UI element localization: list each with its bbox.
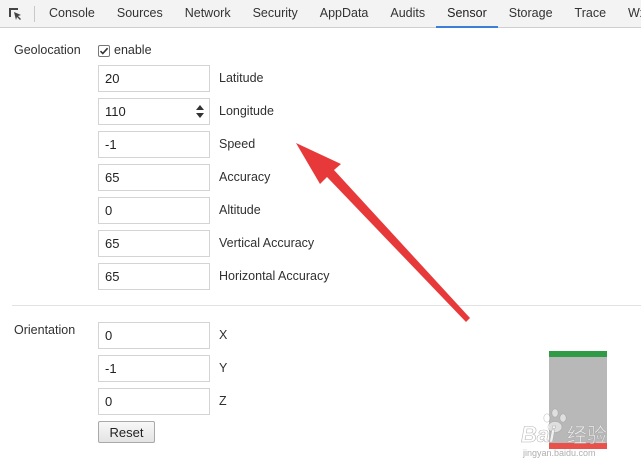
- tab-appdata[interactable]: AppData: [309, 0, 380, 28]
- accuracy-input[interactable]: 65: [98, 164, 210, 191]
- orientation-z-input[interactable]: 0: [98, 388, 210, 415]
- reset-button[interactable]: Reset: [98, 421, 155, 443]
- orientation-label: Orientation: [14, 323, 76, 337]
- tab-wxml[interactable]: Wxm: [617, 0, 641, 28]
- orientation-y-label: Y: [219, 361, 228, 375]
- longitude-input[interactable]: 110: [98, 98, 210, 125]
- devtools-tab-bar: Console Sources Network Security AppData…: [0, 0, 641, 28]
- tab-audits[interactable]: Audits: [379, 0, 436, 28]
- checkmark-icon: [99, 47, 109, 55]
- altitude-input[interactable]: 0: [98, 197, 210, 224]
- orientation-x-input[interactable]: 0: [98, 322, 210, 349]
- watermark-url: jingyan.baidu.com: [522, 448, 596, 458]
- horizontal-accuracy-input[interactable]: 65: [98, 263, 210, 290]
- geolocation-label: Geolocation: [14, 43, 81, 57]
- spinner-arrows-icon[interactable]: [196, 105, 204, 118]
- tab-separator: [34, 6, 35, 22]
- annotation-arrow: [296, 143, 470, 322]
- longitude-label: Longitude: [219, 104, 274, 118]
- enable-checkbox[interactable]: [98, 45, 110, 57]
- device-bottom-edge: [549, 443, 607, 449]
- orientation-y-input[interactable]: -1: [98, 355, 210, 382]
- tab-console[interactable]: Console: [38, 0, 106, 28]
- vertical-accuracy-input[interactable]: 65: [98, 230, 210, 257]
- device-orientation-preview[interactable]: [549, 351, 607, 449]
- altitude-label: Altitude: [219, 203, 261, 217]
- enable-label: enable: [114, 43, 152, 57]
- tab-sources[interactable]: Sources: [106, 0, 174, 28]
- section-divider: [12, 305, 641, 306]
- tab-trace[interactable]: Trace: [564, 0, 618, 28]
- latitude-input[interactable]: 20: [98, 65, 210, 92]
- orientation-z-label: Z: [219, 394, 227, 408]
- speed-label: Speed: [219, 137, 256, 151]
- longitude-value: 110: [105, 104, 126, 119]
- vertical-accuracy-label: Vertical Accuracy: [219, 236, 315, 250]
- tab-security[interactable]: Security: [242, 0, 309, 28]
- tab-storage[interactable]: Storage: [498, 0, 564, 28]
- speed-input[interactable]: -1: [98, 131, 210, 158]
- horizontal-accuracy-label: Horizontal Accuracy: [219, 269, 330, 283]
- device-top-edge: [549, 351, 607, 357]
- orientation-x-label: X: [219, 328, 228, 342]
- accuracy-label: Accuracy: [219, 170, 271, 184]
- tab-sensor[interactable]: Sensor: [436, 0, 498, 28]
- latitude-label: Latitude: [219, 71, 264, 85]
- inspect-element-icon[interactable]: [6, 5, 24, 23]
- tab-network[interactable]: Network: [174, 0, 242, 28]
